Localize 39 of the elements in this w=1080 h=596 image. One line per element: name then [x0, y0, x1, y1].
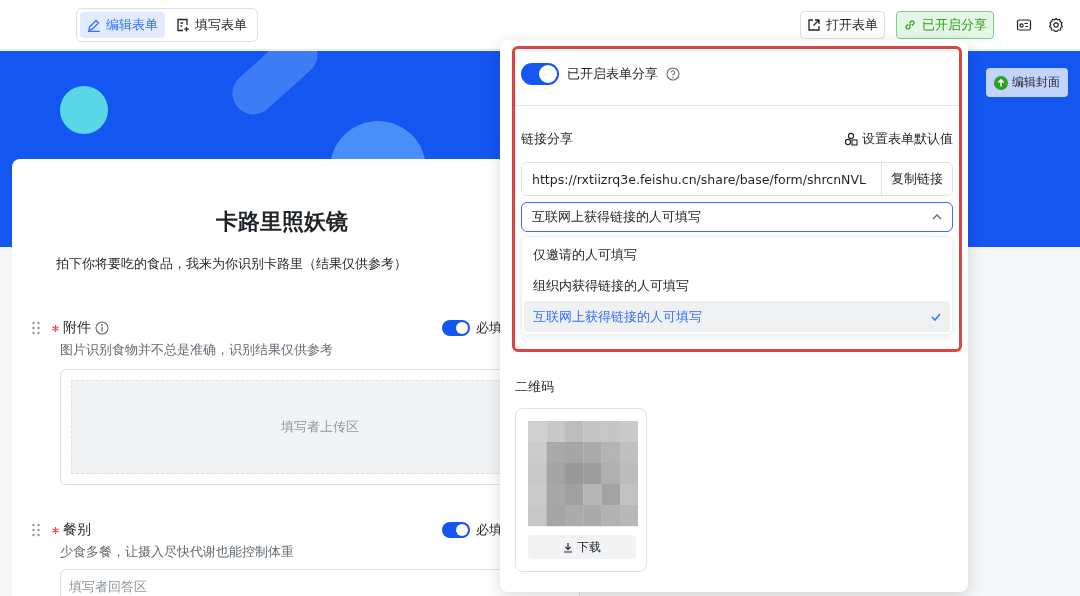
permission-dropdown[interactable]: 互联网上获得链接的人可填写	[521, 202, 953, 232]
section-title: 链接分享	[521, 130, 573, 148]
open-form-button[interactable]: 打开表单	[800, 10, 885, 39]
dropdown-option[interactable]: 互联网上获得链接的人可填写	[524, 301, 950, 332]
dropdown-option[interactable]: 仅邀请的人可填写	[524, 239, 950, 270]
field-label: 附件	[63, 319, 91, 337]
field-hint: 图片识别食物并不总是准确，识别结果仅供参考	[59, 341, 334, 359]
field-hint: 少食多餐，让摄入尽快代谢也能控制体重	[59, 543, 295, 561]
download-icon	[563, 541, 573, 553]
copy-link-button[interactable]: 复制链接	[881, 163, 952, 195]
chevron-up-icon	[932, 214, 942, 220]
link-field[interactable]: https://rxtiizrq3e.feishu.cn/share/base/form/shrcnNVL 复制链接	[521, 162, 953, 196]
pencil-icon	[87, 17, 101, 32]
drag-handle-icon[interactable]	[32, 321, 40, 335]
field-label: 餐别	[63, 521, 91, 539]
form-icon	[176, 17, 190, 32]
link-icon	[903, 17, 917, 32]
external-link-icon	[807, 17, 821, 32]
section-title: 二维码	[515, 378, 555, 396]
download-button[interactable]: 下载	[528, 535, 636, 559]
dropdown-option[interactable]: 组织内获得链接的人可填写	[524, 270, 950, 301]
preview-icon[interactable]	[1016, 16, 1032, 33]
required-label: 必填	[476, 319, 502, 337]
mode-tab[interactable]: 填写表单	[169, 11, 254, 38]
upload-icon	[994, 75, 1008, 90]
help-icon	[666, 67, 680, 81]
share-toggle-label: 已开启表单分享	[567, 65, 658, 83]
shapes-icon	[844, 132, 858, 146]
edit-cover-button[interactable]: 编辑封面	[986, 68, 1068, 97]
required-toggle[interactable]	[442, 320, 470, 336]
drag-handle-icon[interactable]	[32, 523, 40, 537]
required-label: 必填	[476, 521, 502, 539]
share-toggle[interactable]	[521, 63, 559, 85]
required-toggle[interactable]	[442, 522, 470, 538]
set-defaults-button[interactable]: 设置表单默认值	[844, 130, 953, 148]
check-icon	[931, 312, 941, 321]
form-title: 卡路里照妖镜	[216, 208, 348, 236]
mode-tab[interactable]: 编辑表单	[80, 11, 165, 38]
settings-icon[interactable]	[1048, 16, 1064, 33]
